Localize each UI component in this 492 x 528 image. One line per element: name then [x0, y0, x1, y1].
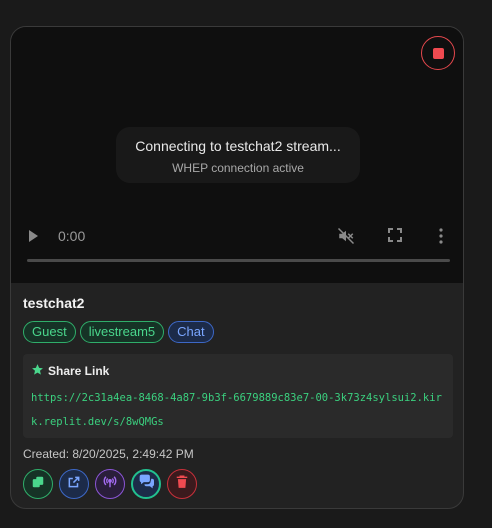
created-timestamp: Created: 8/20/2025, 2:49:42 PM: [23, 447, 194, 461]
video-player[interactable]: Connecting to testchat2 stream... WHEP c…: [11, 27, 463, 283]
connection-status-overlay: Connecting to testchat2 stream... WHEP c…: [116, 127, 360, 183]
stream-name: testchat2: [23, 295, 85, 311]
play-icon[interactable]: [29, 230, 38, 242]
stop-icon: [432, 47, 444, 59]
tag-guest: Guest: [23, 321, 76, 343]
connection-status-title: Connecting to testchat2 stream...: [135, 138, 341, 154]
action-buttons: [23, 469, 197, 499]
tag-chat: Chat: [168, 321, 214, 343]
share-link-url[interactable]: https://2c31a4ea-8468-4a87-9b3f-6679889c…: [31, 386, 451, 434]
stream-card: Connecting to testchat2 stream... WHEP c…: [10, 26, 464, 509]
tag-list: Guest livestream5 Chat: [23, 321, 214, 343]
delete-button[interactable]: [167, 469, 197, 499]
star-icon: [31, 363, 44, 379]
trash-icon: [176, 474, 188, 494]
radio-tower-icon: [102, 475, 118, 494]
connection-status-subtitle: WHEP connection active: [172, 161, 304, 175]
tag-livestream: livestream5: [79, 321, 165, 343]
share-link-title: Share Link: [48, 364, 110, 378]
open-link-button[interactable]: [59, 469, 89, 499]
fullscreen-icon[interactable]: [387, 227, 403, 248]
stream-info: testchat2 Guest livestream5 Chat Share L…: [23, 295, 453, 499]
copy-button[interactable]: [23, 469, 53, 499]
mute-icon[interactable]: [337, 227, 355, 250]
copy-icon: [31, 475, 45, 494]
stop-stream-button[interactable]: [421, 36, 455, 70]
more-icon[interactable]: [439, 228, 443, 249]
chat-button[interactable]: [131, 469, 161, 499]
share-link-header: Share Link: [31, 363, 109, 379]
video-progress-bar[interactable]: [27, 259, 450, 262]
external-link-icon: [67, 475, 81, 494]
video-time: 0:00: [58, 228, 86, 244]
share-link-box: Share Link https://2c31a4ea-8468-4a87-9b…: [23, 354, 453, 438]
chat-icon: [138, 474, 155, 494]
broadcast-button[interactable]: [95, 469, 125, 499]
video-controls: 0:00: [11, 221, 463, 271]
